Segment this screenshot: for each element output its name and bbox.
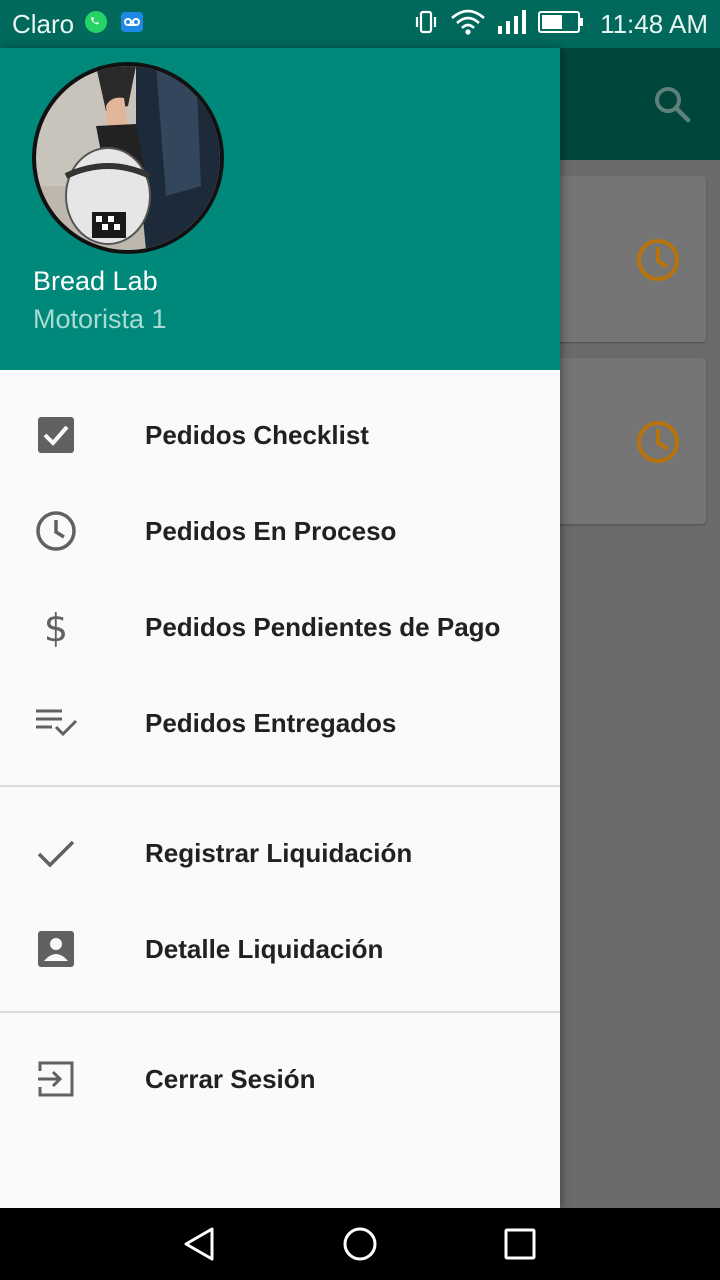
- menu-item-pedidos-checklist[interactable]: Pedidos Checklist: [0, 387, 560, 483]
- menu-item-cerrar-sesion[interactable]: Cerrar Sesión: [0, 1031, 560, 1127]
- recents-icon[interactable]: [502, 1226, 538, 1262]
- search-icon[interactable]: [652, 84, 692, 129]
- account-box-icon: [34, 927, 78, 971]
- menu-divider: [0, 785, 560, 787]
- menu-item-label: Pedidos Pendientes de Pago: [145, 611, 501, 642]
- drawer-header: Bread Lab Motorista 1: [0, 48, 560, 370]
- menu-item-label: Registrar Liquidación: [145, 837, 413, 868]
- menu-item-label: Cerrar Sesión: [145, 1063, 316, 1094]
- menu-item-label: Pedidos Entregados: [145, 707, 397, 738]
- navigation-drawer: Bread Lab Motorista 1 Pedidos Checklist …: [0, 48, 560, 1208]
- clock-icon: [34, 509, 78, 553]
- playlist-check-icon: [34, 701, 78, 745]
- menu-divider: [0, 1011, 560, 1013]
- clock-time: 11:48 AM: [600, 8, 708, 39]
- user-name: Bread Lab: [33, 266, 158, 296]
- menu-item-pedidos-entregados[interactable]: Pedidos Entregados: [0, 675, 560, 771]
- wifi-icon: [450, 8, 486, 41]
- carrier-name: Claro: [12, 8, 75, 39]
- clock-icon: [634, 236, 682, 289]
- checkbox-icon: [34, 413, 78, 457]
- whatsapp-icon: [84, 10, 108, 39]
- system-icons: 11:48 AM: [412, 8, 708, 41]
- menu-item-detalle-liquidacion[interactable]: Detalle Liquidación: [0, 901, 560, 997]
- menu-item-label: Detalle Liquidación: [145, 933, 384, 964]
- back-icon[interactable]: [182, 1226, 218, 1262]
- app-screen: Claro 11:48 AM Bread Lab Motorista 1 Ped…: [0, 0, 720, 1280]
- navigation-bar: [0, 1208, 720, 1280]
- home-icon[interactable]: [342, 1226, 378, 1262]
- exit-icon: [34, 1057, 78, 1101]
- menu-item-registrar-liquidacion[interactable]: Registrar Liquidación: [0, 805, 560, 901]
- user-role: Motorista 1: [33, 304, 167, 334]
- vibrate-icon: [412, 8, 440, 41]
- dollar-icon: $: [34, 605, 78, 649]
- notification-icons: [84, 10, 144, 39]
- battery-icon: [538, 10, 584, 39]
- menu-item-pedidos-pendientes-de-pago[interactable]: $ Pedidos Pendientes de Pago: [0, 579, 560, 675]
- clock-icon: [634, 418, 682, 471]
- voicemail-icon: [120, 10, 144, 39]
- check-icon: [34, 831, 78, 875]
- menu-item-label: Pedidos Checklist: [145, 419, 369, 450]
- signal-icon: [496, 8, 528, 41]
- avatar[interactable]: [32, 62, 224, 254]
- svg-text:$: $: [44, 606, 68, 649]
- status-bar: Claro 11:48 AM: [0, 0, 720, 48]
- menu-item-label: Pedidos En Proceso: [145, 515, 397, 546]
- menu-item-pedidos-en-proceso[interactable]: Pedidos En Proceso: [0, 483, 560, 579]
